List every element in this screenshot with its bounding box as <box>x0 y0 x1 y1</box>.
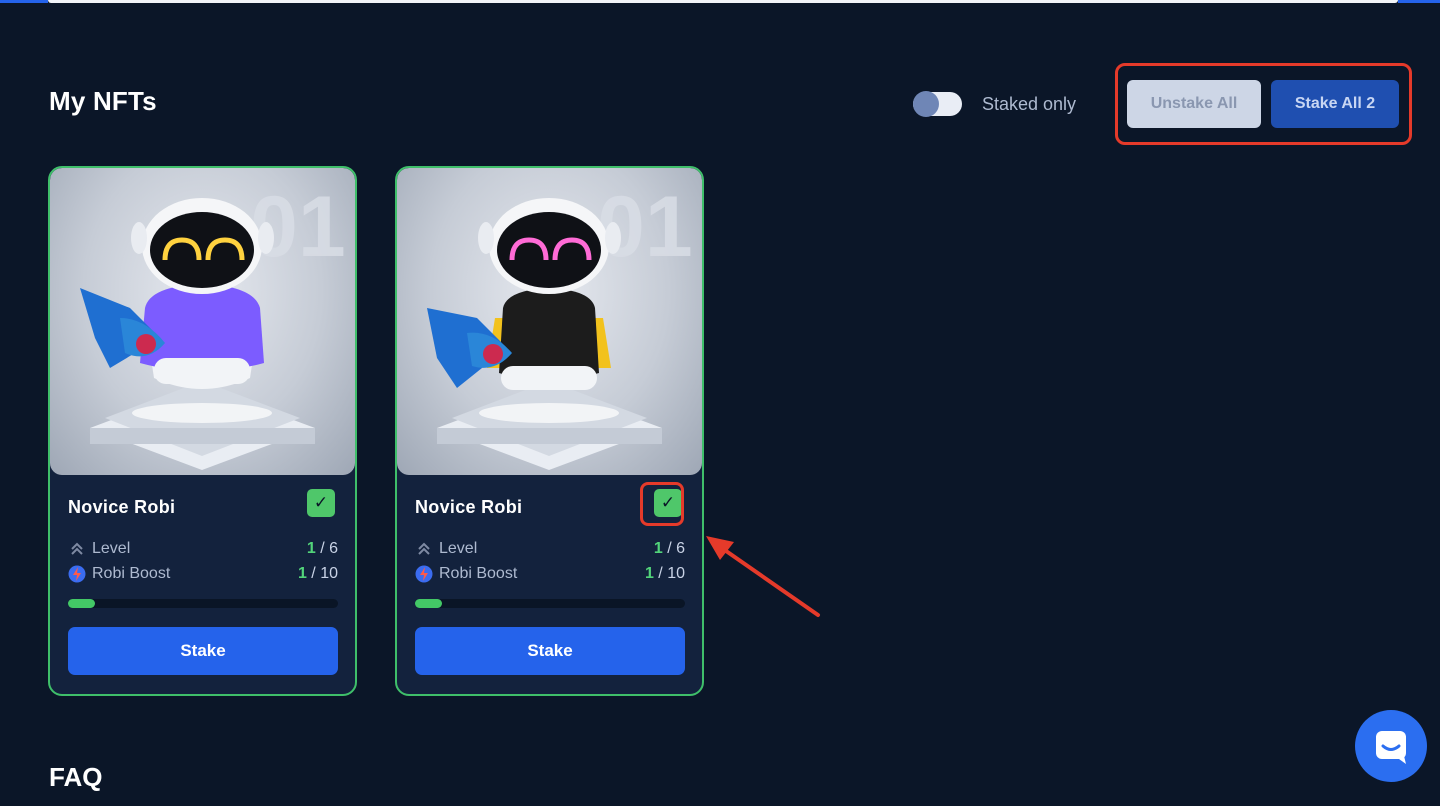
lightning-icon <box>415 565 433 583</box>
stake-all-button[interactable]: Stake All 2 <box>1271 80 1399 128</box>
progress-fill <box>68 599 95 608</box>
level-row: Level 1 / 6 <box>68 538 338 560</box>
check-icon: ✓ <box>660 493 676 512</box>
boost-value: 1 / 10 <box>297 565 338 582</box>
nft-card: 01 Novice Robi ✓ Level 1 / 6 Robi Boost … <box>395 166 704 696</box>
nft-name: Novice Robi <box>415 497 523 517</box>
check-icon: ✓ <box>313 493 329 512</box>
progress-bar <box>68 599 338 608</box>
faq-title: FAQ <box>49 762 103 792</box>
progress-fill <box>415 599 442 608</box>
chevrons-up-icon <box>415 540 433 558</box>
nft-card: 01 Novice Robi ✓ Level 1 / 6 Robi Boost … <box>48 166 357 696</box>
level-label: Level <box>92 540 131 557</box>
nft-name: Novice Robi <box>68 497 176 517</box>
staked-only-toggle[interactable]: Staked only <box>913 90 1076 118</box>
progress-bar <box>415 599 685 608</box>
top-accent-left <box>0 0 48 3</box>
boost-row: Robi Boost 1 / 10 <box>415 563 685 585</box>
toggle-knob <box>913 91 939 117</box>
nft-image: 01 <box>397 168 702 475</box>
stake-button[interactable]: Stake <box>68 627 338 675</box>
top-accent-right <box>1398 0 1440 3</box>
bulk-actions-highlight: Unstake All Stake All 2 <box>1115 63 1412 145</box>
section-title: My NFTs <box>49 86 157 116</box>
stake-button[interactable]: Stake <box>415 627 685 675</box>
chevrons-up-icon <box>68 540 86 558</box>
chat-icon <box>1376 731 1406 764</box>
level-row: Level 1 / 6 <box>415 538 685 560</box>
level-value: 1 / 6 <box>653 540 685 557</box>
select-checkbox[interactable]: ✓ <box>654 489 682 517</box>
boost-label: Robi Boost <box>92 565 171 582</box>
unstake-all-button[interactable]: Unstake All <box>1127 80 1261 128</box>
boost-label: Robi Boost <box>439 565 518 582</box>
level-label: Level <box>439 540 478 557</box>
nft-image: 01 <box>50 168 355 475</box>
chat-button[interactable] <box>1355 710 1427 782</box>
select-checkbox[interactable]: ✓ <box>307 489 335 517</box>
top-bar <box>48 0 1398 3</box>
boost-row: Robi Boost 1 / 10 <box>68 563 338 585</box>
lightning-icon <box>68 565 86 583</box>
level-value: 1 / 6 <box>306 540 338 557</box>
boost-value: 1 / 10 <box>644 565 685 582</box>
toggle-switch[interactable] <box>913 91 962 117</box>
staked-only-label: Staked only <box>982 93 1077 114</box>
annotation-arrow <box>706 536 820 617</box>
